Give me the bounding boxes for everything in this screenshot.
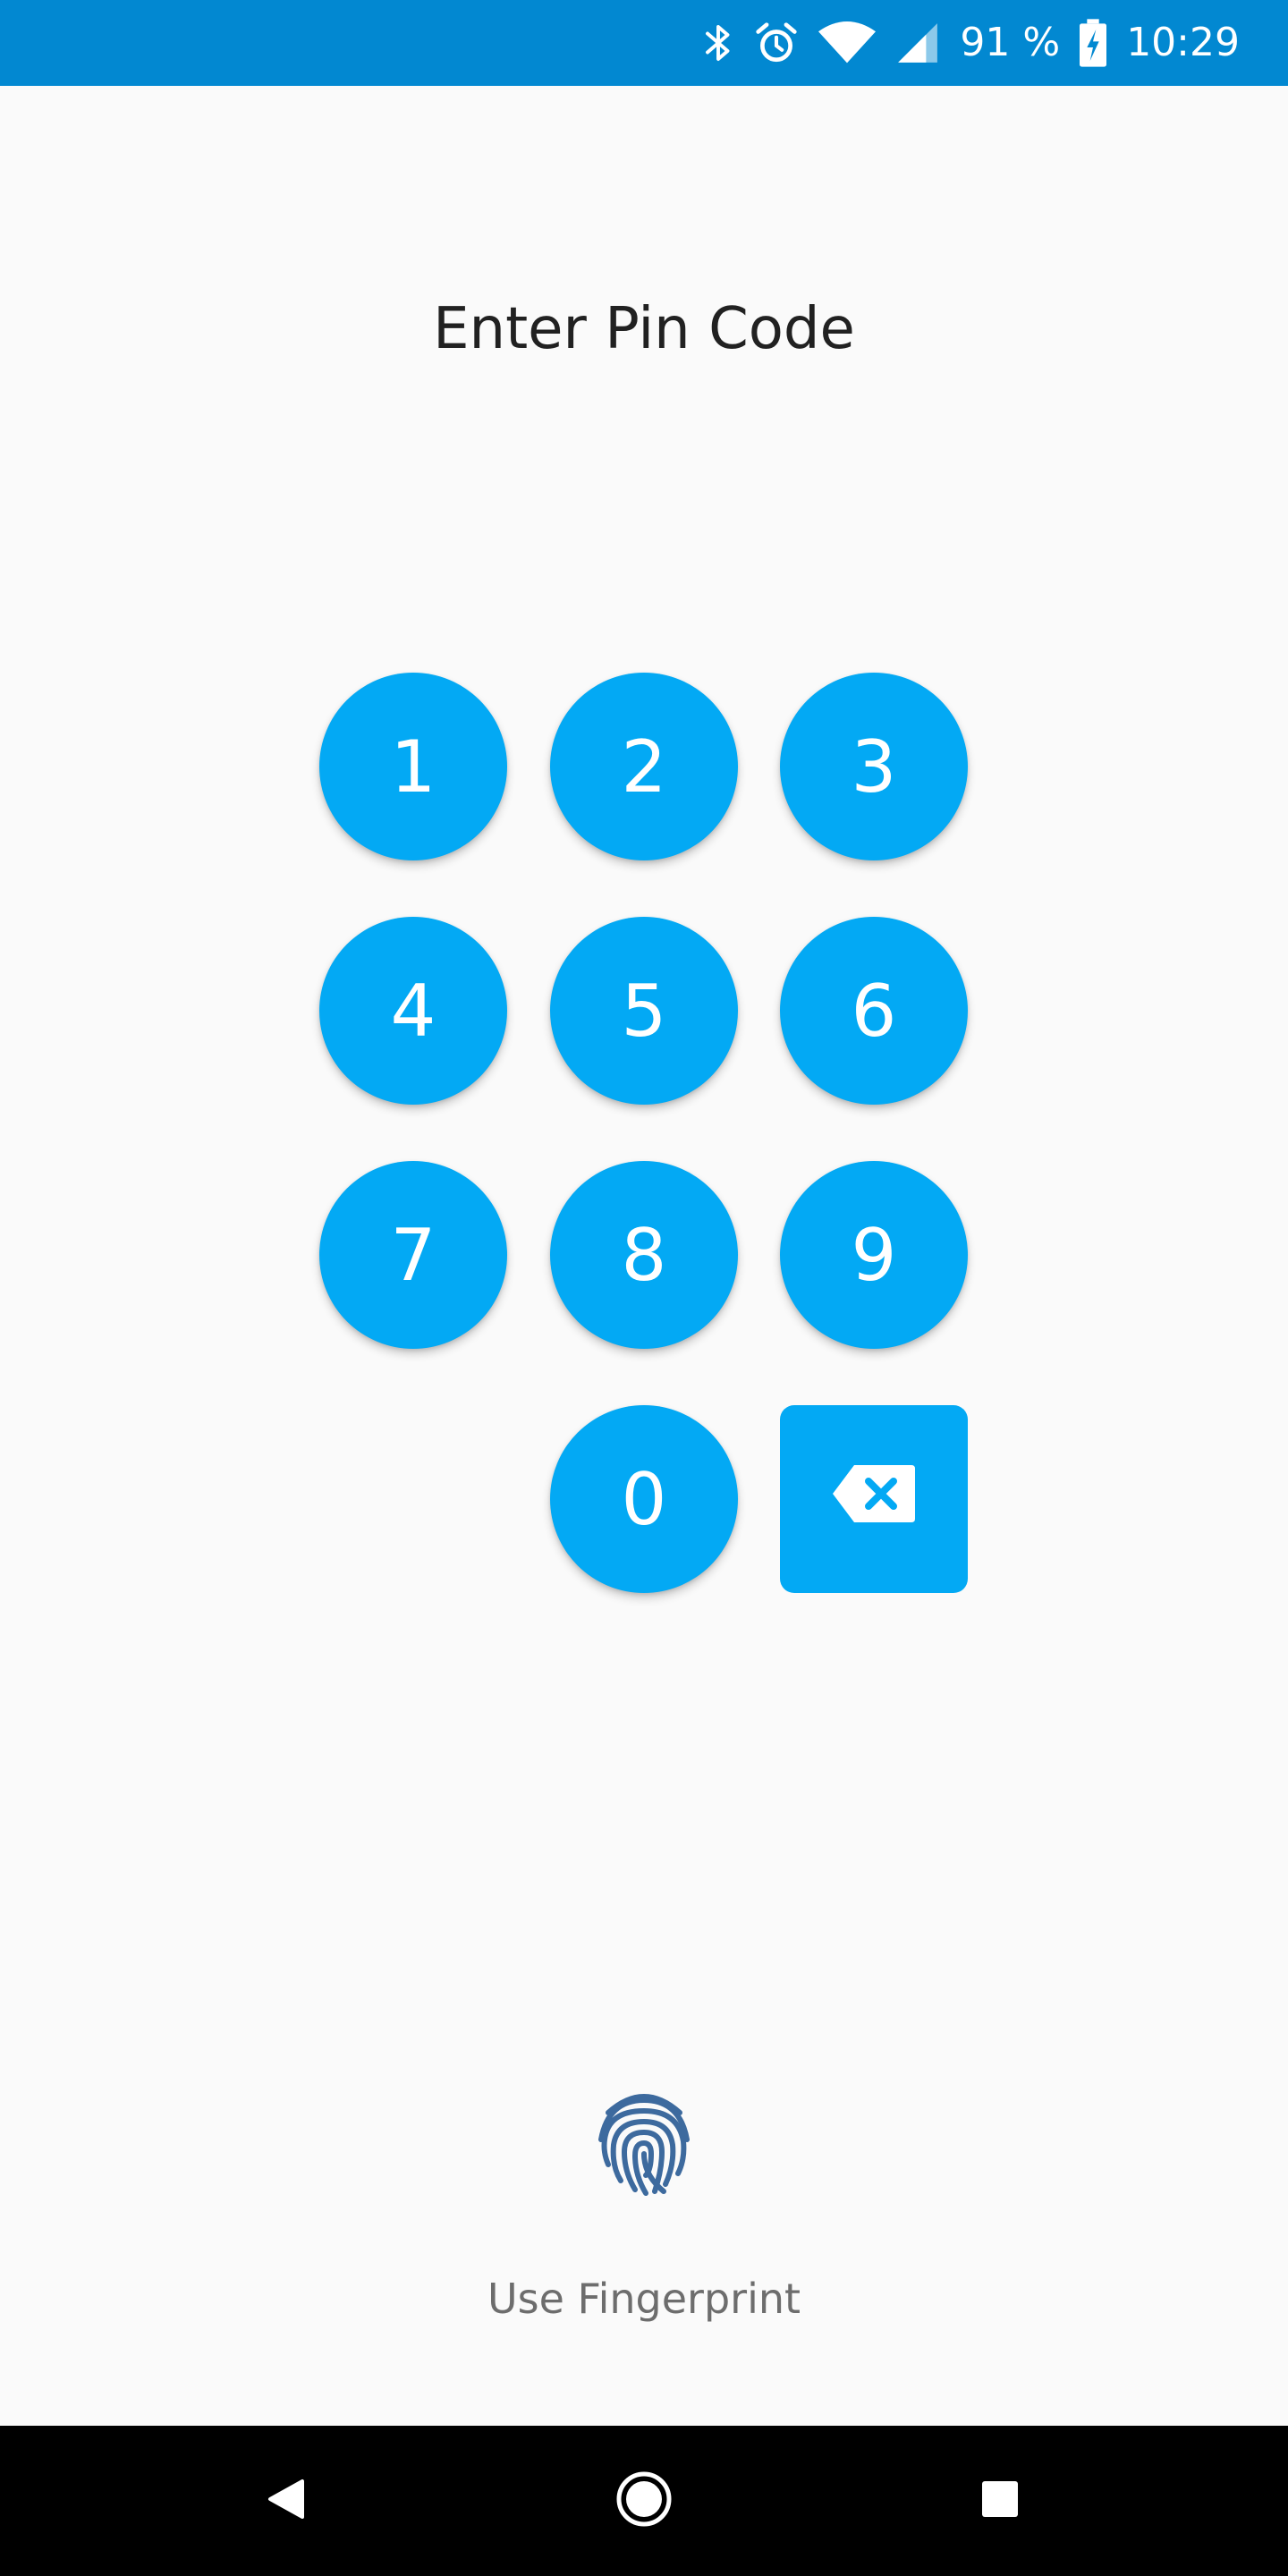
home-circle-icon [614,2470,674,2533]
pin-entry-screen: 91 % 10:29 Enter Pin Code 1 2 3 4 5 6 7 … [0,0,1288,2576]
navigation-bar [0,2426,1288,2576]
key-7[interactable]: 7 [319,1161,507,1349]
key-1[interactable]: 1 [319,673,507,860]
key-5[interactable]: 5 [550,917,738,1105]
use-fingerprint-label[interactable]: Use Fingerprint [0,2272,1288,2326]
back-button[interactable] [215,2426,358,2576]
backspace-icon [831,1458,917,1541]
key-4[interactable]: 4 [319,917,507,1105]
recents-square-icon [980,2479,1020,2523]
back-triangle-icon [267,2478,306,2525]
key-2[interactable]: 2 [550,673,738,860]
fingerprint-icon[interactable] [596,2086,692,2197]
backspace-button[interactable] [780,1405,968,1593]
recents-button[interactable] [928,2426,1072,2576]
key-8[interactable]: 8 [550,1161,738,1349]
key-0[interactable]: 0 [550,1405,738,1593]
home-button[interactable] [572,2426,716,2576]
key-9[interactable]: 9 [780,1161,968,1349]
key-6[interactable]: 6 [780,917,968,1105]
key-3[interactable]: 3 [780,673,968,860]
